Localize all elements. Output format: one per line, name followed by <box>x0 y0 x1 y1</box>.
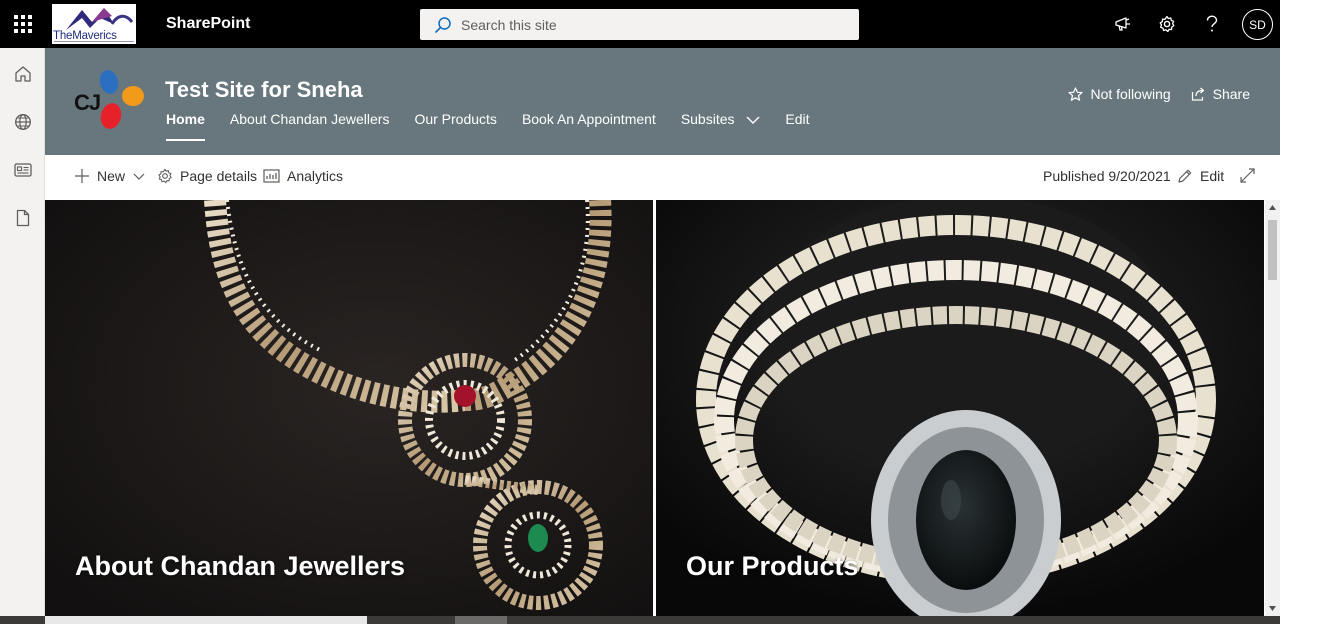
pencil-icon <box>1178 169 1192 183</box>
document-icon[interactable] <box>0 196 45 240</box>
follow-label: Not following <box>1090 86 1171 102</box>
hero-webpart: About Chandan Jewellers Our Products <box>45 200 1265 616</box>
analytics-icon <box>263 169 280 183</box>
scrollbar-thumb[interactable] <box>1268 220 1277 280</box>
search-icon <box>434 16 451 33</box>
nav-item-edit[interactable]: Edit <box>785 111 809 133</box>
hero-tile-caption: Our Products <box>686 551 859 581</box>
plus-icon <box>75 169 89 183</box>
analytics-label: Analytics <box>287 168 344 184</box>
site-header: CJ Test Site for Sneha Home About Chanda… <box>45 48 1280 155</box>
nav-item-subsites-label: Subsites <box>680 111 735 127</box>
megaphone-icon[interactable] <box>1101 0 1145 48</box>
hero-tile-caption: About Chandan Jewellers <box>75 551 406 581</box>
help-icon[interactable] <box>1190 0 1234 48</box>
edit-button[interactable]: Edit <box>1177 168 1224 184</box>
app-name[interactable]: SharePoint <box>166 15 250 33</box>
left-app-bar <box>0 48 45 624</box>
top-navigation: Home About Chandan Jewellers Our Product… <box>166 111 835 141</box>
gear-icon[interactable] <box>1145 0 1189 48</box>
share-label: Share <box>1212 86 1250 102</box>
analytics-button[interactable]: Analytics <box>263 168 343 184</box>
expand-icon <box>1240 168 1255 183</box>
taskbar-edge <box>0 616 1280 624</box>
edit-label: Edit <box>1200 168 1225 184</box>
nav-item-our-products[interactable]: Our Products <box>414 111 496 133</box>
nav-item-book-an-appointment[interactable]: Book An Appointment <box>522 111 656 133</box>
share-icon <box>1191 87 1204 101</box>
chevron-down-icon <box>746 116 760 125</box>
nav-item-about-chandan-jewellers[interactable]: About Chandan Jewellers <box>230 111 390 133</box>
gear-icon <box>158 168 172 184</box>
scroll-down-arrow-icon[interactable] <box>1265 601 1280 616</box>
search-placeholder: Search this site <box>461 16 557 33</box>
site-title[interactable]: Test Site for Sneha <box>165 77 363 103</box>
page-details-label: Page details <box>180 168 258 184</box>
command-bar: New Page details Analytics Published 9/2… <box>45 155 1280 200</box>
news-icon[interactable] <box>0 148 45 192</box>
published-status: Published 9/20/2021 <box>1043 168 1171 184</box>
home-icon[interactable] <box>0 52 45 96</box>
search-input[interactable]: Search this site <box>420 9 859 40</box>
site-logo-text: CJ <box>74 90 101 115</box>
user-avatar[interactable]: SD <box>1242 9 1273 40</box>
sharepoint-page: TheMaverics SharePoint Search this site <box>0 0 1280 624</box>
follow-share-bar: Not following Share <box>1048 86 1250 102</box>
vertical-scrollbar[interactable] <box>1265 200 1280 616</box>
nav-item-subsites[interactable]: Subsites <box>681 111 761 133</box>
new-button[interactable]: New <box>74 168 145 184</box>
page-details-button[interactable]: Page details <box>157 168 257 184</box>
scroll-up-arrow-icon[interactable] <box>1265 200 1280 215</box>
new-label: New <box>97 168 126 184</box>
follow-button[interactable]: Not following <box>1068 86 1171 102</box>
nav-item-home[interactable]: Home <box>166 111 205 141</box>
app-launcher-icon[interactable] <box>0 0 45 48</box>
hero-tile-about[interactable]: About Chandan Jewellers <box>45 200 653 616</box>
site-logo[interactable]: CJ <box>73 66 149 136</box>
chevron-down-icon <box>133 173 145 180</box>
share-button[interactable]: Share <box>1191 86 1250 102</box>
suite-bar: TheMaverics SharePoint Search this site <box>0 0 1280 48</box>
organization-logo[interactable]: TheMaverics <box>52 4 136 44</box>
expand-button[interactable] <box>1240 168 1262 183</box>
globe-icon[interactable] <box>0 100 45 144</box>
star-icon <box>1068 86 1084 101</box>
hero-tile-products[interactable]: Our Products <box>656 200 1264 616</box>
screen-margin <box>1280 0 1339 624</box>
